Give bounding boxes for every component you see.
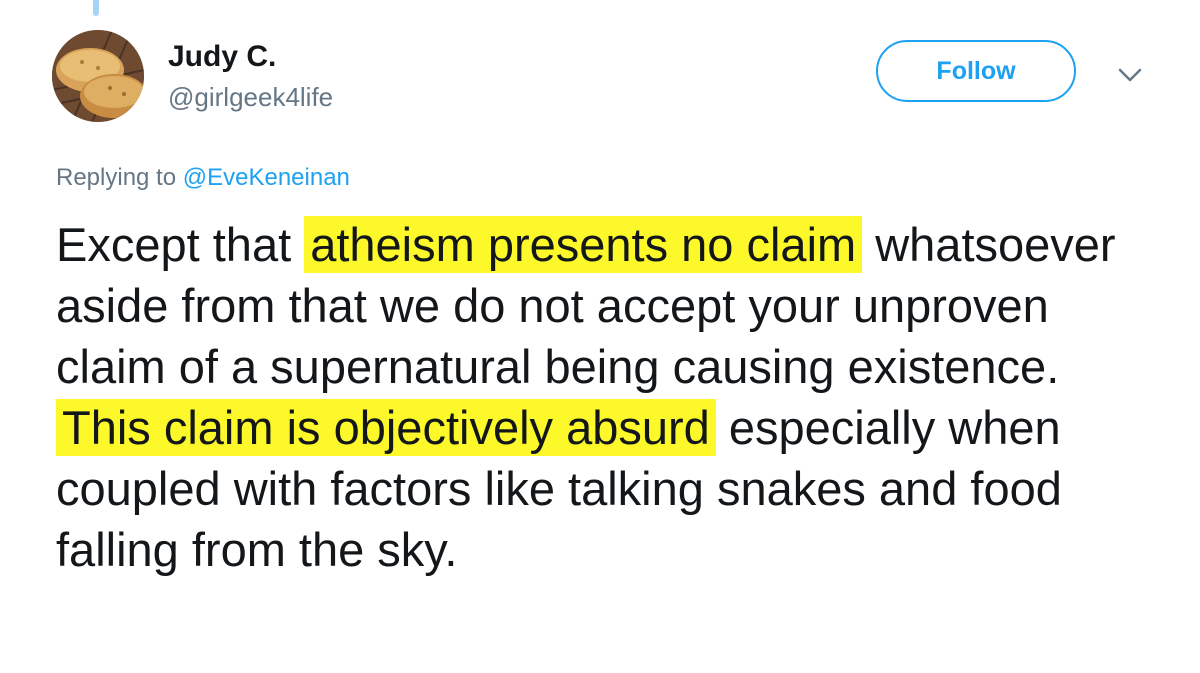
follow-button[interactable]: Follow: [876, 40, 1076, 102]
bread-loaf-avatar-icon: [52, 30, 144, 122]
highlighted-text: This claim is objectively absurd: [56, 399, 716, 456]
replying-to-label: Replying to: [56, 164, 177, 191]
author-handle[interactable]: @girlgeek4life: [168, 82, 333, 113]
replying-to: Replying to @EveKeneinan: [56, 164, 350, 192]
highlighted-text: atheism presents no claim: [304, 216, 863, 273]
chevron-down-icon[interactable]: [1115, 62, 1145, 88]
author-name[interactable]: Judy C.: [168, 40, 276, 74]
tweet-text: Except that atheism presents no claim wh…: [56, 214, 1166, 580]
avatar[interactable]: [52, 30, 144, 122]
tweet-text-segment: Except that: [56, 218, 305, 271]
reply-mention-link[interactable]: @EveKeneinan: [183, 164, 350, 191]
thread-connector-line: [93, 0, 99, 16]
